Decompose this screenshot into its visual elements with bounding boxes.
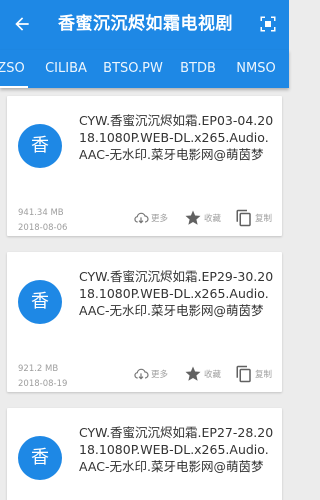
- avatar: 香: [18, 280, 62, 324]
- avatar: 香: [18, 436, 62, 480]
- result-card[interactable]: 香 CYW.香蜜沉沉烬如霜.EP29-30.2018.1080P.WEB-DL.…: [7, 252, 282, 392]
- page-title: 香蜜沉沉烬如霜电视剧: [58, 14, 233, 34]
- result-title[interactable]: CYW.香蜜沉沉烬如霜.EP27-28.2018.1080P.WEB-DL.x2…: [79, 424, 275, 475]
- copy-label: 复制: [255, 214, 273, 224]
- source-tabs: ZSO CILIBA BTSO.PW BTDB NMSO: [0, 50, 289, 88]
- more-button[interactable]: 更多: [133, 364, 168, 384]
- tab-zso[interactable]: ZSO: [0, 50, 28, 88]
- tab-nmso[interactable]: NMSO: [232, 50, 280, 88]
- file-size: 941.34 MB: [18, 208, 64, 218]
- tab-ciliba[interactable]: CILIBA: [40, 50, 92, 88]
- qr-scan-icon[interactable]: [257, 13, 279, 35]
- star-icon: [184, 209, 202, 227]
- favorite-label: 收藏: [204, 214, 222, 224]
- copy-icon: [235, 209, 253, 227]
- more-button[interactable]: 更多: [133, 208, 168, 228]
- app-bar: 香蜜沉沉烬如霜电视剧: [0, 0, 289, 50]
- result-title[interactable]: CYW.香蜜沉沉烬如霜.EP29-30.2018.1080P.WEB-DL.x2…: [79, 268, 275, 319]
- more-label: 更多: [151, 370, 169, 380]
- cloud-download-icon: [133, 210, 149, 226]
- tab-btdb[interactable]: BTDB: [176, 50, 220, 88]
- favorite-button[interactable]: 收藏: [184, 208, 221, 228]
- file-size: 921.2 MB: [18, 364, 59, 374]
- result-title[interactable]: CYW.香蜜沉沉烬如霜.EP03-04.2018.1080P.WEB-DL.x2…: [79, 112, 275, 163]
- favorite-button[interactable]: 收藏: [184, 364, 221, 384]
- file-date: 2018-08-06: [18, 223, 68, 233]
- result-card[interactable]: 香 CYW.香蜜沉沉烬如霜.EP03-04.2018.1080P.WEB-DL.…: [7, 96, 282, 236]
- star-icon: [184, 365, 202, 383]
- copy-button[interactable]: 复制: [235, 208, 272, 228]
- copy-icon: [235, 365, 253, 383]
- copy-label: 复制: [255, 370, 273, 380]
- avatar: 香: [18, 124, 62, 168]
- file-date: 2018-08-19: [18, 379, 68, 389]
- cloud-download-icon: [133, 366, 149, 382]
- copy-button[interactable]: 复制: [235, 364, 272, 384]
- active-tab-indicator: [0, 86, 28, 88]
- arrow-left-icon[interactable]: [10, 12, 34, 36]
- result-card[interactable]: 香 CYW.香蜜沉沉烬如霜.EP27-28.2018.1080P.WEB-DL.…: [7, 408, 282, 500]
- tab-btso-pw[interactable]: BTSO.PW: [100, 50, 166, 88]
- favorite-label: 收藏: [204, 370, 222, 380]
- more-label: 更多: [151, 214, 169, 224]
